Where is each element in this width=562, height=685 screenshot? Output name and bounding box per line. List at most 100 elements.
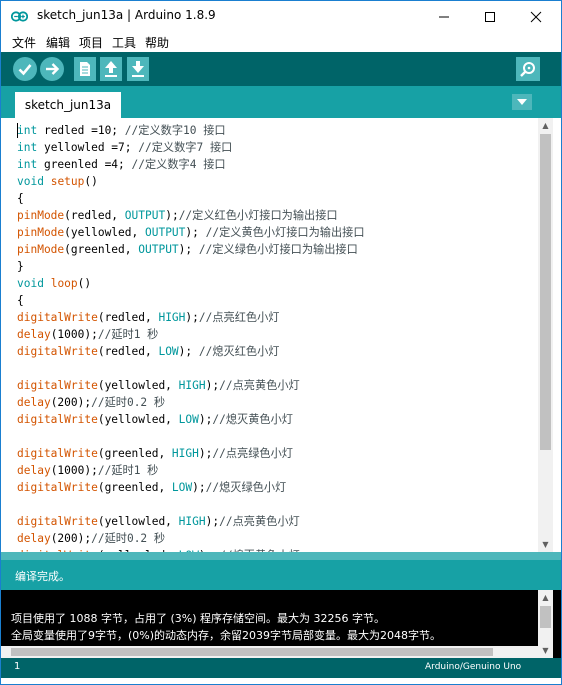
code-token: setup [50, 175, 85, 188]
save-button[interactable] [127, 57, 149, 81]
code-token: //定义黄色小灯接口为输出接口 [205, 226, 365, 239]
code-token: (yellowled, [97, 413, 179, 426]
code-token: digitalWrite [17, 447, 98, 460]
code-token: { [17, 294, 24, 307]
code-line: digitalWrite(greenled, LOW);//熄灭绿色小灯 [17, 479, 365, 496]
upload-button[interactable] [40, 57, 64, 81]
code-line: { [17, 190, 365, 207]
menu-tools[interactable]: 工具 [112, 34, 136, 51]
code-token: (redled, [97, 345, 159, 358]
code-token: LOW [178, 413, 199, 426]
title-bar: sketch_jun13a | Arduino 1.8.9 [1, 1, 561, 32]
code-token: () [77, 277, 92, 290]
code-token: //熄灭绿色小灯 [205, 481, 287, 494]
code-line: } [17, 258, 365, 275]
code-token: pinMode [17, 209, 65, 222]
code-token: void [17, 175, 44, 188]
code-token: //点亮黄色小灯 [219, 379, 300, 392]
close-icon [530, 11, 542, 22]
code-token: LOW [158, 345, 179, 358]
code-token: //定义数字4 接口 [131, 158, 226, 171]
code-line: void setup() [17, 173, 365, 190]
pane-divider[interactable] [1, 552, 561, 560]
console-scroll-up-arrow[interactable]: ▲ [538, 590, 553, 605]
menu-edit[interactable]: 编辑 [46, 34, 70, 51]
code-token: //定义绿色小灯接口为输出接口 [198, 243, 358, 256]
menu-sketch[interactable]: 项目 [79, 34, 103, 51]
code-token: delay [17, 396, 51, 409]
code-line: int greenled =4; //定义数字4 接口 [17, 156, 365, 173]
code-token: ); [178, 243, 199, 256]
code-token: loop [50, 277, 78, 290]
new-icon [80, 62, 90, 76]
console-vertical-scrollbar[interactable]: ▲ ▼ [538, 590, 553, 658]
code-token: OUTPUT [144, 226, 186, 239]
serial-monitor-button[interactable] [516, 57, 540, 81]
editor-scroll-thumb[interactable] [540, 134, 551, 450]
new-button[interactable] [74, 57, 96, 81]
magnifier-icon [520, 62, 535, 77]
code-line: digitalWrite(yellowled, LOW);//熄灭黄色小灯 [17, 411, 365, 428]
code-token: pinMode [17, 226, 65, 239]
code-line: delay(1000);//延时1 秒 [17, 462, 365, 479]
console-horizontal-scrollbar[interactable] [1, 646, 538, 658]
code-token: //熄灭红色小灯 [198, 345, 280, 358]
code-editor[interactable]: int redled =10; //定义数字10 接口 int yellowled… [1, 118, 561, 552]
code-line: digitalWrite(redled, HIGH);//点亮红色小灯 [17, 309, 365, 326]
console-scroll-down-arrow[interactable]: ▼ [538, 643, 553, 658]
open-button[interactable] [100, 57, 122, 81]
code-token: //点亮黄色小灯 [219, 515, 300, 528]
code-token: (1000); [50, 328, 98, 341]
scroll-up-arrow[interactable]: ▲ [538, 118, 553, 133]
console-hscroll-thumb[interactable] [11, 648, 493, 656]
minimize-button[interactable] [421, 1, 467, 32]
editor-vertical-scrollbar[interactable]: ▲ ▼ [538, 118, 553, 552]
code-token: ); [205, 515, 220, 528]
console-scroll-thumb[interactable] [540, 606, 551, 628]
scroll-down-arrow[interactable]: ▼ [538, 537, 553, 552]
close-button[interactable] [513, 1, 559, 32]
code-token: void [17, 277, 44, 290]
verify-button[interactable] [13, 57, 37, 81]
tab-sketch[interactable]: sketch_jun13a [15, 92, 121, 118]
code-token: } [17, 260, 24, 273]
code-token: (greenled, [64, 243, 139, 256]
code-line: delay(200);//延时0.2 秒 [17, 530, 365, 547]
status-message: 编译完成。 [15, 570, 70, 583]
code-token: HIGH [171, 447, 199, 460]
code-token: //定义红色小灯接口为输出接口 [178, 209, 338, 222]
code-token: pinMode [17, 243, 65, 256]
maximize-button[interactable] [467, 1, 513, 32]
verify-icon [18, 64, 32, 76]
code-line: delay(1000);//延时1 秒 [17, 326, 365, 343]
footer-bar: 1 Arduino/Genuino Uno [1, 658, 561, 678]
code-text[interactable]: int redled =10; //定义数字10 接口 int yellowled… [17, 122, 365, 552]
menu-file[interactable]: 文件 [12, 34, 36, 51]
window-title: sketch_jun13a | Arduino 1.8.9 [37, 8, 216, 22]
board-name: Arduino/Genuino Uno [425, 662, 522, 672]
menu-bar: 文件 编辑 项目 工具 帮助 [1, 32, 561, 52]
tab-bar: sketch_jun13a [1, 86, 561, 118]
code-token: (yellowled, [97, 379, 179, 392]
menu-help[interactable]: 帮助 [145, 34, 169, 51]
code-token: (greenled, [97, 447, 172, 460]
arduino-ide-window: sketch_jun13a | Arduino 1.8.9 文件 编辑 项目 工… [0, 0, 562, 685]
code-token: //延时0.2 秒 [91, 396, 166, 409]
code-token: OUTPUT [124, 209, 166, 222]
code-token: ); [198, 413, 213, 426]
code-token: greenled =4; [37, 158, 132, 171]
code-token: digitalWrite [17, 379, 98, 392]
line-number: 1 [14, 661, 21, 672]
console-line: 项目使用了 1088 字节，占用了 (3%) 程序存储空间。最大为 32256 … [11, 612, 385, 625]
code-token: //延时1 秒 [97, 328, 159, 341]
code-token: ); [185, 311, 199, 324]
code-token: redled =10; [37, 124, 125, 137]
code-token: (greenled, [97, 481, 172, 494]
code-line: { [17, 292, 365, 309]
code-token: //点亮绿色小灯 [212, 447, 293, 460]
code-token: delay [17, 328, 51, 341]
tab-menu-button[interactable] [512, 94, 532, 110]
code-token: digitalWrite [17, 515, 98, 528]
